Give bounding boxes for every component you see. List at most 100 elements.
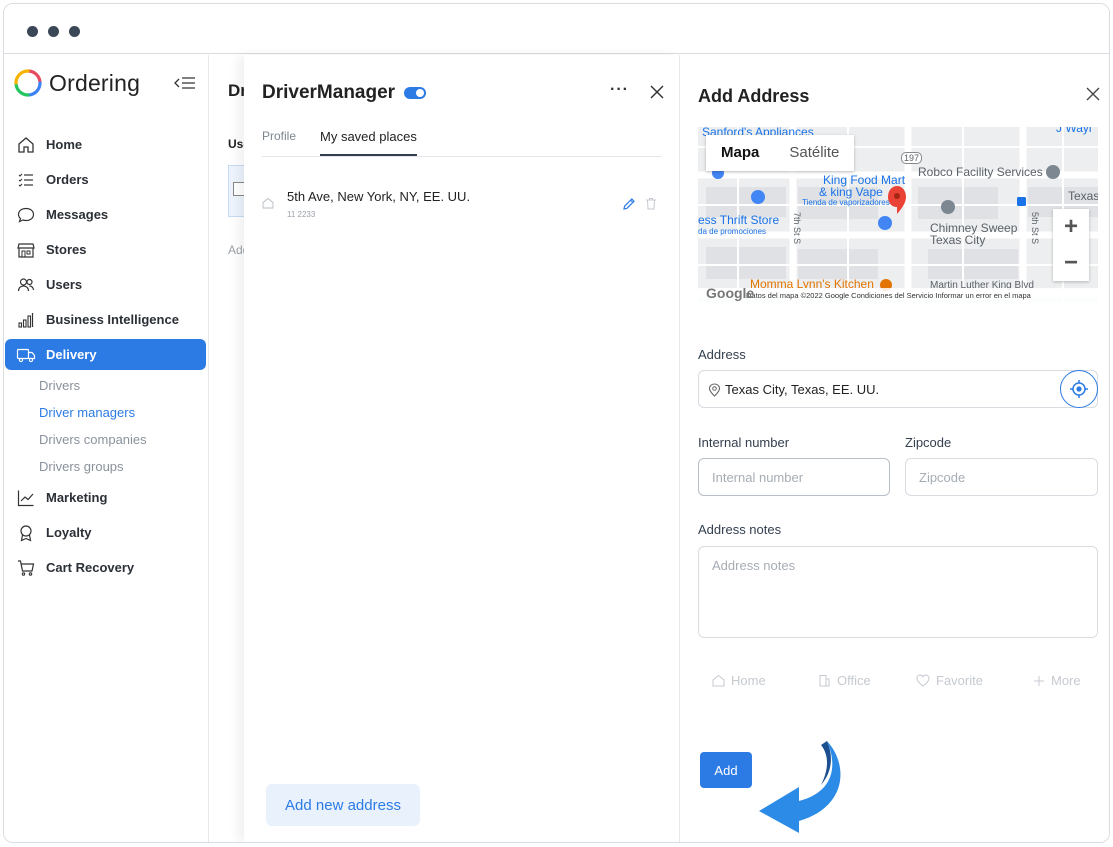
sidebar-item-business-intelligence[interactable]: Business Intelligence: [4, 302, 209, 337]
sidebar-item-messages[interactable]: Messages: [4, 197, 209, 232]
sidebar-item-delivery[interactable]: Delivery: [5, 339, 206, 370]
more-options-button[interactable]: ···: [610, 81, 629, 99]
map-label: Texas: [1068, 189, 1098, 203]
brand-logo[interactable]: Ordering: [13, 67, 140, 99]
address-notes-placeholder: Address notes: [712, 558, 796, 573]
sidebar-subitem-drivers-companies[interactable]: Drivers companies: [4, 426, 209, 453]
sidebar-item-label: Messages: [46, 207, 109, 222]
saved-place-address: 5th Ave, New York, NY, EE. UU.: [287, 189, 471, 204]
internal-number-label: Internal number: [698, 435, 790, 450]
sidebar-item-label: Cart Recovery: [46, 560, 135, 575]
tab-my-saved-places[interactable]: My saved places: [320, 129, 417, 156]
edit-pencil-icon[interactable]: [622, 197, 636, 211]
panel-title: Add Address: [698, 86, 810, 106]
window-dot-icon[interactable]: [27, 26, 38, 37]
sidebar-nav: Home Orders Messages Stores Users Busine…: [4, 127, 209, 585]
heart-icon: [916, 674, 930, 687]
sidebar-item-label: Stores: [46, 242, 87, 257]
award-icon: [16, 523, 36, 543]
map-label: Tienda de vaporizadores: [802, 198, 890, 207]
sidebar: Ordering Home Orders Messages Stores Use…: [4, 55, 209, 842]
add-new-address-button[interactable]: Add new address: [266, 784, 420, 826]
tab-profile[interactable]: Profile: [262, 129, 296, 143]
add-address-panel: Add Address Sanford's Appliances J Wayl …: [680, 55, 1109, 842]
map-label: ess Thrift Store: [698, 213, 780, 227]
annotation-arrow-icon: [759, 741, 841, 833]
map-type-control: Mapa Satélite: [706, 135, 855, 171]
collapse-sidebar-button[interactable]: [172, 72, 198, 94]
sidebar-item-cart-recovery[interactable]: Cart Recovery: [4, 550, 209, 585]
saved-place-detail: 11 2233: [287, 210, 316, 219]
address-tag-options: Home Office Favorite More: [698, 673, 1098, 693]
store-icon: [16, 240, 36, 260]
zipcode-input[interactable]: Zipcode: [905, 458, 1098, 496]
bar-chart-icon: [16, 310, 36, 330]
add-address-submit-button[interactable]: Add: [700, 752, 752, 788]
sidebar-item-home[interactable]: Home: [4, 127, 209, 162]
sidebar-subitem-drivers[interactable]: Drivers: [4, 372, 209, 399]
sidebar-subitem-driver-managers[interactable]: Driver managers: [4, 399, 209, 426]
sidebar-item-label: Loyalty: [46, 525, 92, 540]
sidebar-subitem-drivers-groups[interactable]: Drivers groups: [4, 453, 209, 480]
trash-icon[interactable]: [645, 197, 657, 210]
sidebar-item-label: Orders: [46, 172, 89, 187]
tag-label: Favorite: [936, 673, 983, 688]
address-value: Texas City, Texas, EE. UU.: [725, 382, 880, 397]
zoom-in-button[interactable]: +: [1053, 209, 1089, 245]
home-icon: [16, 135, 36, 155]
close-panel-button[interactable]: [647, 82, 667, 102]
building-icon: [819, 675, 830, 687]
sidebar-item-stores[interactable]: Stores: [4, 232, 209, 267]
plus-icon: [1034, 675, 1044, 686]
sidebar-item-orders[interactable]: Orders: [4, 162, 209, 197]
address-map[interactable]: Sanford's Appliances J Wayl King Food Ma…: [698, 127, 1098, 303]
sidebar-item-users[interactable]: Users: [4, 267, 209, 302]
tag-home[interactable]: Home: [712, 673, 766, 688]
tag-more[interactable]: More: [1033, 673, 1081, 688]
sidebar-item-label: Users: [46, 277, 83, 292]
zoom-out-button[interactable]: −: [1053, 245, 1089, 281]
truck-icon: [16, 345, 36, 365]
address-input[interactable]: Texas City, Texas, EE. UU.: [698, 370, 1098, 408]
chat-icon: [16, 205, 36, 225]
map-label: J Wayl: [1056, 127, 1092, 135]
crosshair-icon: [1070, 380, 1088, 398]
window-dot-icon[interactable]: [48, 26, 59, 37]
internal-number-input[interactable]: Internal number: [698, 458, 890, 496]
location-pin-icon: [708, 383, 721, 397]
enabled-toggle[interactable]: [404, 87, 426, 99]
map-attribution: Datos del mapa ©2022 Google Condiciones …: [698, 288, 1098, 303]
users-icon: [16, 275, 36, 295]
home-icon: [712, 674, 725, 687]
saved-place-row[interactable]: 5th Ave, New York, NY, EE. UU. 11 2233: [262, 187, 662, 223]
map-label: Texas City: [930, 233, 986, 247]
address-notes-label: Address notes: [698, 522, 782, 537]
close-panel-button[interactable]: [1084, 85, 1102, 103]
tag-office[interactable]: Office: [818, 673, 871, 688]
map-route-label: 197: [901, 152, 923, 164]
list-icon: [16, 170, 36, 190]
panel-title: DriverManager: [262, 82, 396, 103]
current-location-button[interactable]: [1060, 370, 1098, 408]
window-dot-icon[interactable]: [69, 26, 80, 37]
map-type-map-button[interactable]: Mapa: [706, 135, 774, 171]
sidebar-item-label: Delivery: [46, 347, 97, 362]
map-zoom-control: + −: [1053, 209, 1089, 281]
sidebar-item-label: Marketing: [46, 490, 108, 505]
map-label: Robco Facility Services: [918, 165, 1043, 179]
map-label: 7th St S: [792, 211, 803, 245]
sidebar-item-loyalty[interactable]: Loyalty: [4, 515, 209, 550]
zipcode-placeholder: Zipcode: [919, 470, 966, 485]
browser-window: Ordering Home Orders Messages Stores Use…: [3, 3, 1110, 843]
map-label: & king Vape: [819, 185, 883, 199]
close-icon: [1086, 87, 1100, 101]
address-label: Address: [698, 347, 746, 362]
tag-favorite[interactable]: Favorite: [916, 673, 983, 688]
trend-icon: [16, 488, 36, 508]
ordering-logo-icon: [14, 69, 42, 97]
sidebar-item-marketing[interactable]: Marketing: [4, 480, 209, 515]
address-notes-textarea[interactable]: Address notes: [698, 546, 1098, 638]
driver-manager-panel: DriverManager ··· Profile My saved place…: [244, 55, 680, 842]
map-type-satellite-button[interactable]: Satélite: [774, 135, 854, 171]
tag-label: Home: [731, 673, 766, 688]
